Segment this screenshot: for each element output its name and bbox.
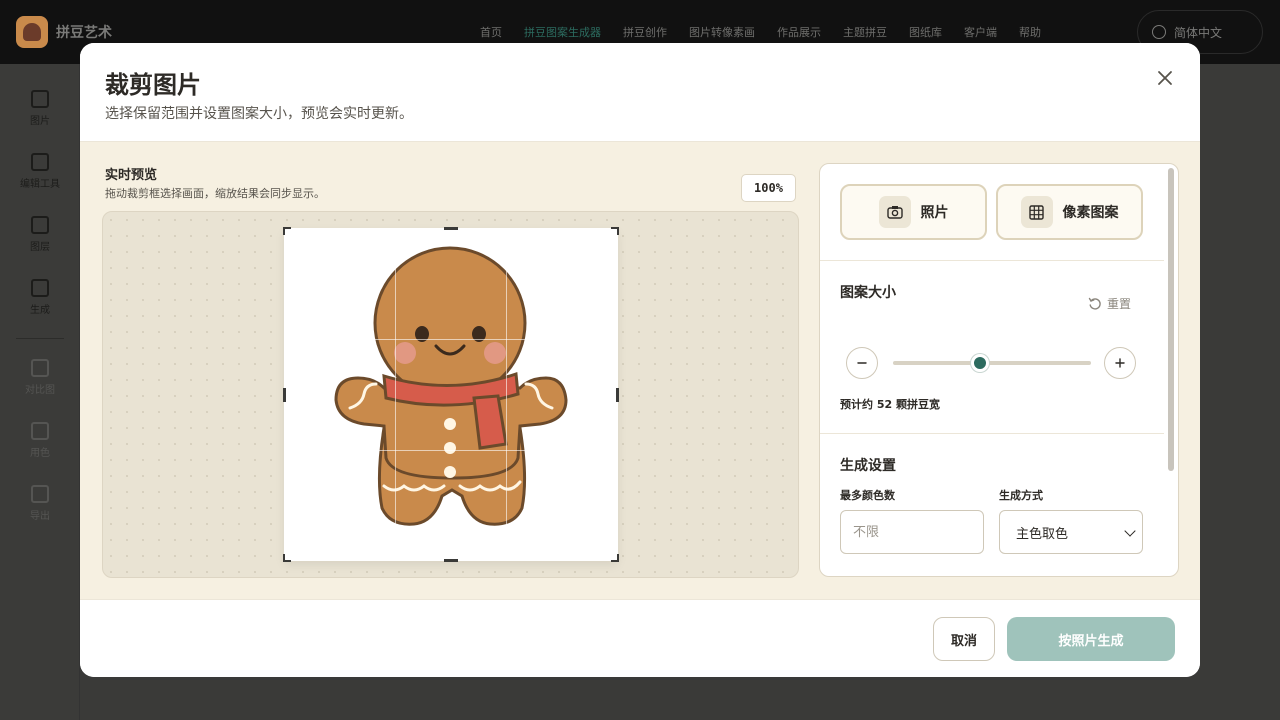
brand-name: 拼豆艺术 bbox=[56, 25, 112, 41]
mode-photo-button[interactable]: 照片 bbox=[840, 184, 987, 240]
crop-corner-bottom-right[interactable] bbox=[611, 554, 619, 562]
crop-area[interactable] bbox=[283, 227, 619, 562]
zoom-level: 100% bbox=[741, 174, 796, 202]
sidebar-item-label: 导出 bbox=[30, 511, 50, 522]
nav-item[interactable]: 主题拼豆 bbox=[843, 24, 887, 40]
language-label: 简体中文 bbox=[1174, 25, 1223, 40]
reset-button[interactable]: 重置 bbox=[1088, 295, 1131, 312]
close-button[interactable] bbox=[1154, 67, 1176, 89]
preview-hint: 拖动裁剪框选择画面，缩放结果会同步显示。 bbox=[105, 187, 325, 200]
crop-gridline bbox=[284, 450, 618, 451]
dialog-title: 裁剪图片 bbox=[105, 71, 201, 99]
nav-item[interactable]: 客户端 bbox=[964, 24, 997, 40]
cancel-button[interactable]: 取消 bbox=[933, 617, 995, 661]
decrease-size-button[interactable] bbox=[846, 347, 878, 379]
sidebar-item-layers[interactable]: 图层 bbox=[0, 216, 80, 253]
crop-handle-left[interactable] bbox=[283, 388, 286, 402]
crop-corner-bottom-left[interactable] bbox=[283, 554, 291, 562]
settings-panel: 照片 像素图案 图案大小 重置 预计约 52 颗拼豆宽 生成设置 最多颜色数 生… bbox=[819, 163, 1179, 577]
nav-item[interactable]: 首页 bbox=[480, 24, 502, 40]
crop-canvas[interactable] bbox=[102, 211, 799, 578]
sidebar-item-export[interactable]: 导出 bbox=[0, 485, 80, 522]
camera-icon bbox=[878, 196, 911, 228]
nav-item[interactable]: 拼豆创作 bbox=[623, 24, 667, 40]
dialog-subtitle: 选择保留范围并设置图案大小，预览会实时更新。 bbox=[105, 106, 413, 122]
mode-pixel-label: 像素图案 bbox=[1062, 205, 1119, 221]
size-slider-knob[interactable] bbox=[971, 354, 990, 372]
sidebar-item-label: 图层 bbox=[30, 242, 50, 253]
crop-handle-right[interactable] bbox=[616, 388, 619, 402]
crop-gridline bbox=[284, 339, 618, 340]
sidebar-item-label: 对比图 bbox=[25, 385, 55, 396]
reset-icon bbox=[1088, 297, 1101, 310]
main-nav: 首页 拼豆图案生成器 拼豆创作 图片转像素画 作品展示 主题拼豆 图纸库 客户端… bbox=[480, 24, 1041, 40]
crop-gridline bbox=[395, 228, 396, 561]
sidebar-item-image[interactable]: 图片 bbox=[0, 90, 80, 127]
compare-icon bbox=[31, 359, 49, 377]
download-icon bbox=[31, 485, 49, 503]
plus-icon bbox=[1115, 358, 1125, 368]
brush-icon bbox=[31, 153, 49, 171]
image-icon bbox=[31, 90, 49, 108]
section-divider bbox=[820, 260, 1164, 261]
reset-label: 重置 bbox=[1107, 297, 1132, 311]
generation-settings-title: 生成设置 bbox=[840, 458, 896, 474]
palette-icon bbox=[31, 422, 49, 440]
bead-estimate: 预计约 52 颗拼豆宽 bbox=[840, 398, 940, 411]
nav-item[interactable]: 图纸库 bbox=[909, 24, 942, 40]
dialog-header: 裁剪图片 选择保留范围并设置图案大小，预览会实时更新。 bbox=[80, 43, 1200, 142]
method-label: 生成方式 bbox=[999, 489, 1043, 502]
pattern-size-title: 图案大小 bbox=[840, 285, 896, 301]
sidebar-item-edit-tools[interactable]: 编辑工具 bbox=[0, 153, 80, 190]
dialog-footer: 取消 按照片生成 bbox=[80, 599, 1200, 677]
logo[interactable] bbox=[16, 16, 48, 48]
minus-icon bbox=[857, 362, 867, 364]
close-icon bbox=[1158, 71, 1172, 85]
crop-handle-bottom[interactable] bbox=[444, 559, 458, 562]
section-divider bbox=[820, 433, 1164, 434]
method-value: 主色取色 bbox=[1016, 526, 1069, 542]
generate-from-photo-button[interactable]: 按照片生成 bbox=[1007, 617, 1175, 661]
nav-item[interactable]: 帮助 bbox=[1019, 24, 1041, 40]
max-colors-input[interactable] bbox=[840, 510, 984, 554]
crop-handle-top[interactable] bbox=[444, 227, 458, 230]
panel-scrollbar[interactable] bbox=[1168, 168, 1174, 471]
sidebar-item-compare[interactable]: 对比图 bbox=[0, 359, 80, 396]
nav-item[interactable]: 作品展示 bbox=[777, 24, 821, 40]
crop-gridline bbox=[506, 228, 507, 561]
method-select[interactable]: 主色取色 bbox=[999, 510, 1143, 554]
crop-corner-top-right[interactable] bbox=[611, 227, 619, 235]
mode-pixel-button[interactable]: 像素图案 bbox=[996, 184, 1143, 240]
sidebar-item-label: 生成 bbox=[30, 305, 50, 316]
gingerbread-image bbox=[334, 246, 568, 526]
crop-dialog: 裁剪图片 选择保留范围并设置图案大小，预览会实时更新。 实时预览 拖动裁剪框选择… bbox=[80, 43, 1200, 677]
sidebar: 图片 编辑工具 图层 生成 对比图 用色 导出 bbox=[0, 64, 80, 720]
nav-item[interactable]: 图片转像素画 bbox=[689, 24, 755, 40]
sidebar-item-colors[interactable]: 用色 bbox=[0, 422, 80, 459]
globe-icon bbox=[1152, 25, 1166, 39]
sidebar-item-label: 图片 bbox=[30, 116, 50, 127]
sliders-icon bbox=[31, 279, 49, 297]
sidebar-item-label: 编辑工具 bbox=[20, 179, 60, 190]
sidebar-item-label: 用色 bbox=[30, 448, 50, 459]
grid-icon bbox=[1020, 196, 1053, 228]
crop-corner-top-left[interactable] bbox=[283, 227, 291, 235]
preview-title: 实时预览 bbox=[105, 168, 158, 183]
increase-size-button[interactable] bbox=[1104, 347, 1136, 379]
dialog-body: 实时预览 拖动裁剪框选择画面，缩放结果会同步显示。 100% 照片 像素图案 图… bbox=[80, 142, 1200, 599]
layers-icon bbox=[31, 216, 49, 234]
nav-item-active[interactable]: 拼豆图案生成器 bbox=[524, 24, 601, 40]
sidebar-divider bbox=[16, 338, 64, 339]
max-colors-label: 最多颜色数 bbox=[840, 489, 895, 502]
sidebar-item-generate[interactable]: 生成 bbox=[0, 279, 80, 316]
chevron-down-icon bbox=[1124, 525, 1136, 537]
mode-photo-label: 照片 bbox=[920, 205, 949, 221]
size-slider-track[interactable] bbox=[893, 361, 1091, 365]
